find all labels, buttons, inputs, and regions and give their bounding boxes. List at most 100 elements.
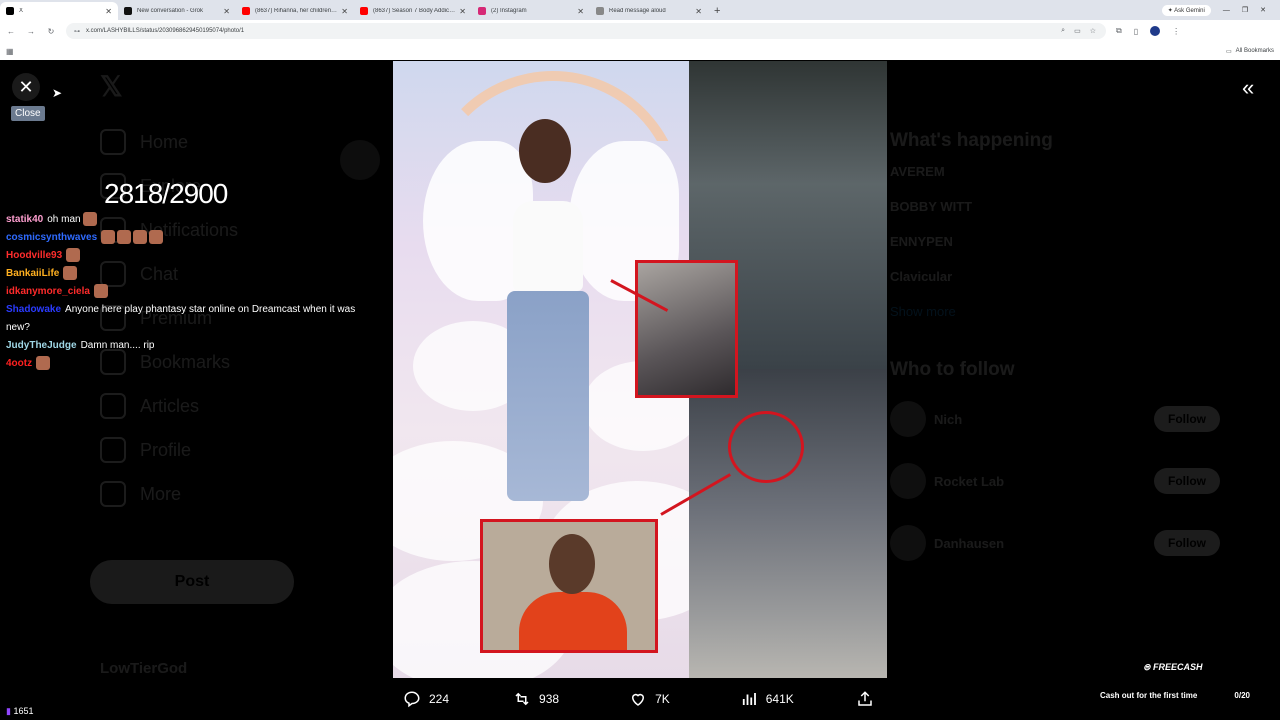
tab-title: New conversation - Grok — [137, 8, 204, 14]
follow-suggestion: Rocket Lab Follow — [890, 463, 1220, 499]
folder-icon: ▭ — [1225, 48, 1232, 55]
like-button[interactable]: 7K — [629, 690, 670, 708]
profile-avatar[interactable] — [1150, 26, 1161, 36]
account-name: LowTierGod — [100, 660, 188, 677]
chat-message: Shadowake Anyone here play phantasy star … — [6, 301, 366, 337]
bookmark-star-icon[interactable]: ☆ — [1090, 27, 1096, 35]
chat-username: idkanymore_ciela — [6, 286, 90, 297]
views-chart-icon — [742, 693, 756, 705]
views-button[interactable]: 641K — [740, 690, 794, 708]
viewer-icon: ▮ — [6, 706, 11, 716]
suggestion-name: Danhausen — [934, 535, 1005, 551]
repost-button[interactable]: 938 — [513, 690, 559, 708]
tab-favicon-icon — [242, 7, 250, 15]
restore-icon[interactable]: ❐ — [1242, 6, 1248, 14]
nav-label: Home — [140, 131, 189, 152]
trend-name: AVEREM — [890, 164, 945, 179]
url-bar[interactable]: ⊶ x.com/LASHYBILLS/status/20309686294501… — [66, 23, 1106, 39]
back-icon[interactable]: ← — [6, 27, 16, 36]
chat-text: oh man — [47, 214, 81, 225]
browser-tab[interactable]: (2) Instagram ✕ — [472, 2, 590, 20]
repost-count: 938 — [539, 692, 560, 706]
trend-name: Clavicular — [890, 269, 953, 284]
all-bookmarks-button[interactable]: ▭ All Bookmarks — [1226, 48, 1274, 55]
chat-message: JudyTheJudge Damn man.... rip — [6, 337, 366, 355]
trend-item: BOBBY WITT — [890, 199, 1220, 214]
apps-grid-icon[interactable]: ▦ — [6, 47, 14, 56]
chat-username: statik40 — [6, 214, 44, 225]
chat-emote-icon — [63, 266, 78, 281]
chat-text: Damn man.... rip — [80, 340, 155, 351]
tabbar-right: ✦ Ask Gemini — ❐ ✕ — [1161, 0, 1280, 20]
media-photo[interactable] — [393, 61, 887, 678]
share-button[interactable] — [856, 690, 874, 708]
browser-tab[interactable]: (8637) Rihanna, her children re ✕ — [236, 2, 354, 20]
minimize-icon[interactable]: — — [1223, 7, 1230, 14]
close-viewer-button[interactable]: ✕ — [12, 73, 40, 101]
freecash-logo-text: FREECASH — [1153, 662, 1203, 672]
tab-title: Read message aloud — [609, 8, 666, 14]
chat-username: Shadowake — [6, 304, 62, 315]
nav-label: More — [140, 483, 182, 504]
chat-emote-icon — [93, 284, 108, 299]
tab-close-icon[interactable]: ✕ — [577, 7, 584, 16]
goal-counter: 2818/2900 — [104, 178, 228, 209]
site-info-icon[interactable]: ⊶ — [74, 28, 80, 35]
tab-bar: X ✕ New conversation - Grok ✕ (8637) Rihanna… — [0, 0, 1280, 20]
trend-name: BOBBY WITT — [890, 199, 973, 214]
chat-emote-icon — [117, 230, 132, 245]
tab-close-icon[interactable]: ✕ — [105, 7, 112, 16]
suggestion-name: Nich — [934, 411, 963, 427]
menu-icon[interactable]: ⋮ — [1172, 27, 1180, 36]
browser-tab[interactable]: New conversation - Grok ✕ — [118, 2, 236, 20]
x-logo-icon: 𝕏 — [100, 71, 123, 102]
forward-icon[interactable]: → — [26, 27, 36, 36]
chat-emote-icon — [36, 356, 51, 371]
chat-emote-icon — [133, 230, 148, 245]
browser-tab[interactable]: X ✕ — [0, 2, 118, 20]
tab-close-icon[interactable]: ✕ — [341, 7, 348, 16]
zoom-icon[interactable]: ⌕ — [1061, 27, 1065, 35]
reply-icon — [404, 691, 420, 708]
nav-icon — [100, 437, 126, 463]
reload-icon[interactable]: ↻ — [46, 27, 56, 36]
tab-close-icon[interactable]: ✕ — [695, 7, 702, 16]
reply-button[interactable]: 224 — [403, 690, 449, 708]
bookmarks-bar: ▦ ▭ All Bookmarks — [0, 42, 1280, 60]
browser-tab[interactable]: Read message aloud ✕ — [590, 2, 708, 20]
ask-gemini-button[interactable]: ✦ Ask Gemini — [1161, 4, 1211, 16]
chat-emote-icon — [149, 230, 164, 245]
chat-message: 4ootz — [6, 355, 366, 373]
chat-emote-icon — [66, 248, 81, 263]
browser-tab[interactable]: (8637) Season 7 Body Addictio ✕ — [354, 2, 472, 20]
nav-icon — [100, 129, 126, 155]
all-bookmarks-label: All Bookmarks — [1235, 48, 1274, 54]
view-count: 641K — [765, 692, 794, 706]
chat-emote-icon — [101, 230, 116, 245]
extensions-icon[interactable]: ⧉ — [1116, 26, 1122, 36]
right-sidebar: What's happening AVEREM BOBBY WITT ENNYPEN… — [890, 130, 1220, 587]
chat-emote-icon — [83, 212, 98, 227]
tab-title: (2) Instagram — [491, 8, 527, 14]
sidepanel-icon[interactable]: ▯ — [1134, 27, 1138, 36]
freecash-progress: 0/20 — [1234, 690, 1250, 700]
tab-close-icon[interactable]: ✕ — [459, 7, 466, 16]
repost-icon — [515, 692, 529, 706]
chat-username: BankaiiLife — [6, 268, 60, 279]
nav-item: More — [100, 472, 238, 516]
trend-item: Clavicular — [890, 269, 1220, 284]
new-tab-button[interactable]: + — [714, 2, 720, 20]
window-close-icon[interactable]: ✕ — [1260, 6, 1266, 14]
follow-suggestion: Nich Follow — [890, 401, 1220, 437]
follow-button: Follow — [1154, 468, 1220, 494]
chat-message: idkanymore_ciela — [6, 283, 366, 301]
collapse-sidebar-icon[interactable]: « — [1242, 75, 1254, 101]
post-author-avatar — [340, 140, 380, 180]
nav-label: Profile — [140, 439, 192, 460]
trend-item: AVEREM — [890, 164, 1220, 179]
stream-chat: statik40 oh man cosmicsynthwaves Hoodville… — [6, 211, 366, 373]
freecash-banner: Cash out for the first time 0/20 — [1100, 688, 1250, 702]
cast-icon[interactable]: ▭ — [1074, 27, 1081, 35]
address-bar-row: ← → ↻ ⊶ x.com/LASHYBILLS/status/20309686… — [0, 20, 1280, 42]
tab-close-icon[interactable]: ✕ — [223, 7, 230, 16]
